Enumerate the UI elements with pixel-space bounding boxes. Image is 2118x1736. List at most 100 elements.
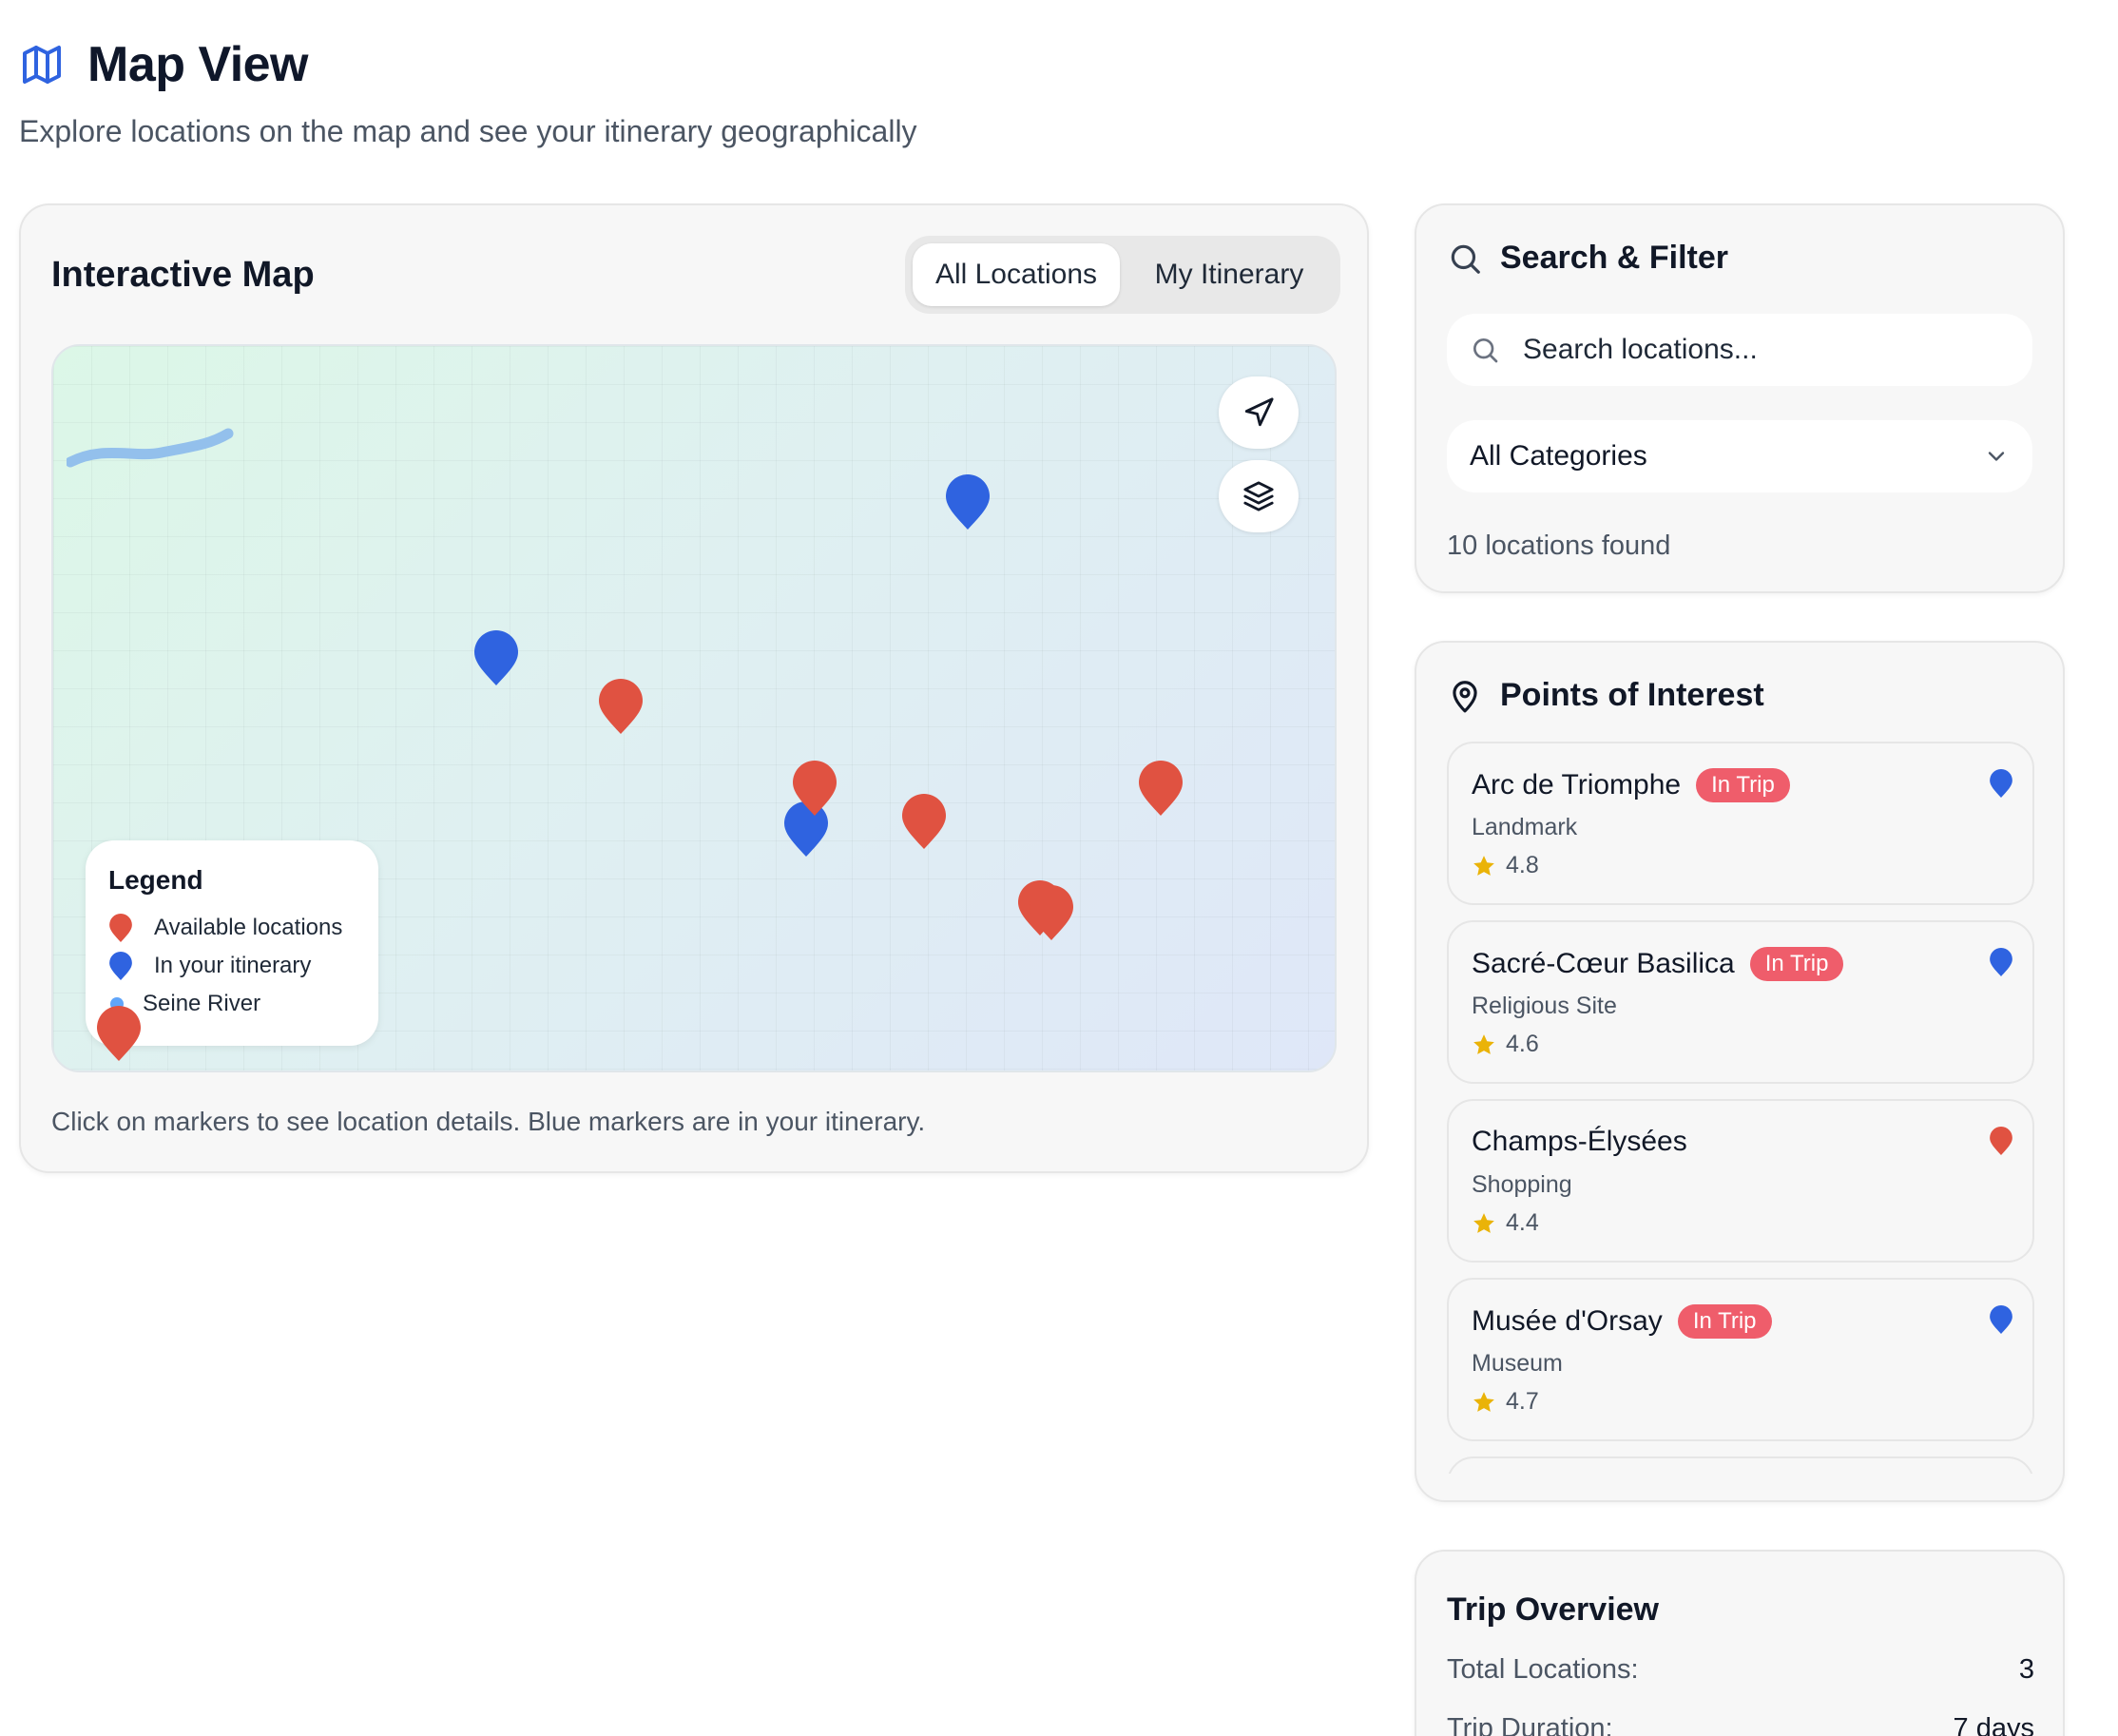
location-marker[interactable] — [1028, 883, 1075, 942]
poi-rating-value: 4.4 — [1506, 1209, 1539, 1236]
poi-category: Landmark — [1472, 814, 1578, 840]
location-marker[interactable] — [597, 677, 645, 736]
category-select[interactable]: All Categories — [1447, 420, 2032, 492]
points-of-interest-card: Points of Interest Arc de Triomphe In Tr… — [1415, 641, 2065, 1502]
poi-rating-value: 4.7 — [1506, 1388, 1539, 1415]
map-footnote: Click on markers to see location details… — [51, 1107, 926, 1136]
map-card: Interactive Map All Locations My Itinera… — [19, 203, 1369, 1173]
legend-row-itinerary: In your itinerary — [108, 951, 311, 981]
map-pin-icon — [902, 794, 946, 849]
location-marker[interactable] — [791, 759, 838, 818]
trip-row-value: 3 — [2018, 1654, 2034, 1685]
poi-card-title: Points of Interest — [1500, 677, 1764, 713]
poi-name-row: Arc de Triomphe In Trip — [1472, 768, 1790, 802]
title-row: Map View — [19, 36, 309, 93]
map-pin-icon — [1139, 761, 1183, 816]
poi-rating-value: 4.8 — [1506, 852, 1539, 878]
search-icon — [1451, 244, 1480, 274]
map-pin-icon — [1990, 1127, 2012, 1155]
trip-row-total-locations: Total Locations: 3 — [1447, 1654, 2034, 1686]
map-view-toggle: All Locations My Itinerary — [905, 236, 1340, 314]
map-pin-icon — [109, 952, 132, 980]
poi-name-row: Sacré-Cœur Basilica In Trip — [1472, 947, 1844, 981]
all-locations-tab[interactable]: All Locations — [913, 243, 1120, 306]
trip-row-label: Trip Duration: — [1447, 1713, 1613, 1736]
page-header: Map View — [19, 36, 309, 93]
map-pin-icon — [946, 474, 990, 530]
map-pin-icon — [1030, 885, 1073, 940]
map-pin-icon — [109, 914, 132, 942]
location-marker[interactable] — [95, 1004, 143, 1063]
layers-icon — [1243, 481, 1274, 511]
itinerary-marker[interactable] — [472, 628, 520, 687]
legend-label-available: Available locations — [154, 915, 343, 940]
result-count: 10 locations found — [1447, 530, 1671, 561]
poi-name: Sacré-Cœur Basilica — [1472, 948, 1735, 979]
poi-item[interactable]: Musée d'Orsay In Trip Museum 4.7 — [1447, 1278, 2034, 1441]
poi-card-header: Points of Interest — [1447, 677, 1764, 714]
page-title: Map View — [87, 37, 309, 92]
star-icon — [1473, 855, 1494, 876]
poi-item[interactable]: Champs-Élysées Shopping 4.4 — [1447, 1099, 2034, 1263]
trip-row-value: 7 days — [1953, 1713, 2034, 1736]
in-trip-badge: In Trip — [1696, 768, 1790, 802]
search-card-header: Search & Filter — [1447, 240, 1728, 277]
star-icon — [1473, 1212, 1494, 1233]
legend-row-available: Available locations — [108, 913, 342, 943]
in-trip-badge: In Trip — [1677, 1304, 1772, 1339]
poi-name-row: Musée d'Orsay In Trip — [1472, 1304, 1772, 1339]
map-pin-icon — [97, 1006, 141, 1061]
poi-name: Arc de Triomphe — [1472, 769, 1682, 800]
star-icon — [1473, 1033, 1494, 1054]
poi-item[interactable]: Arc de Triomphe In Trip Landmark 4.8 — [1447, 742, 2034, 905]
layers-button[interactable] — [1219, 460, 1299, 532]
my-itinerary-tab[interactable]: My Itinerary — [1126, 243, 1333, 306]
location-marker[interactable] — [1137, 759, 1184, 818]
poi-name: Musée d'Orsay — [1472, 1305, 1663, 1337]
map-pin-icon — [1990, 1305, 2012, 1334]
trip-row-label: Total Locations: — [1447, 1654, 1639, 1685]
poi-category: Museum — [1472, 1350, 1563, 1377]
category-select-value: All Categories — [1470, 440, 1647, 472]
trip-overview-title: Trip Overview — [1447, 1591, 1659, 1628]
search-input[interactable] — [1523, 334, 1998, 366]
search-filter-card: Search & Filter All Categories 10 locati… — [1415, 203, 2065, 593]
search-field[interactable] — [1447, 314, 2032, 386]
poi-rating: 4.4 — [1472, 1209, 1539, 1237]
map-pin-icon — [1453, 680, 1477, 712]
poi-rating: 4.8 — [1472, 852, 1539, 879]
itinerary-marker[interactable] — [944, 473, 992, 531]
poi-rating: 4.6 — [1472, 1031, 1539, 1058]
poi-list[interactable]: Arc de Triomphe In Trip Landmark 4.8 Sac… — [1447, 742, 2034, 1474]
search-icon — [1473, 338, 1498, 363]
locate-button[interactable] — [1219, 376, 1299, 449]
legend-title: Legend — [108, 865, 203, 895]
poi-name: Champs-Élysées — [1472, 1126, 1687, 1157]
chevron-down-icon — [1988, 452, 2005, 461]
interactive-map[interactable]: Legend Available locations In your itine… — [51, 344, 1337, 1072]
poi-category: Religious Site — [1472, 993, 1617, 1019]
location-marker[interactable] — [900, 792, 948, 851]
legend-label-river: Seine River — [143, 991, 261, 1016]
trip-overview-card: Trip Overview Total Locations: 3 Trip Du… — [1415, 1550, 2065, 1736]
map-icon — [23, 46, 61, 84]
poi-name-row: Champs-Élysées — [1472, 1126, 1687, 1158]
poi-item[interactable]: Sacré-Cœur Basilica In Trip Religious Si… — [1447, 920, 2034, 1084]
map-card-title: Interactive Map — [51, 255, 315, 295]
poi-category: Shopping — [1472, 1171, 1572, 1198]
navigation-arrow-icon — [1244, 397, 1274, 427]
legend-label-itinerary: In your itinerary — [154, 953, 312, 978]
map-pin-icon — [1990, 948, 2012, 976]
poi-item[interactable] — [1447, 1456, 2034, 1474]
poi-rating: 4.7 — [1472, 1388, 1539, 1416]
map-pin-icon — [1990, 769, 2012, 798]
page-subtitle: Explore locations on the map and see you… — [19, 114, 917, 148]
search-card-title: Search & Filter — [1500, 240, 1728, 276]
star-icon — [1473, 1391, 1494, 1412]
trip-row-duration: Trip Duration: 7 days — [1447, 1713, 2034, 1736]
in-trip-badge: In Trip — [1749, 947, 1844, 981]
map-pin-icon — [599, 679, 643, 734]
seine-river — [67, 428, 234, 468]
map-pin-icon — [793, 761, 837, 816]
map-pin-icon — [474, 630, 518, 685]
